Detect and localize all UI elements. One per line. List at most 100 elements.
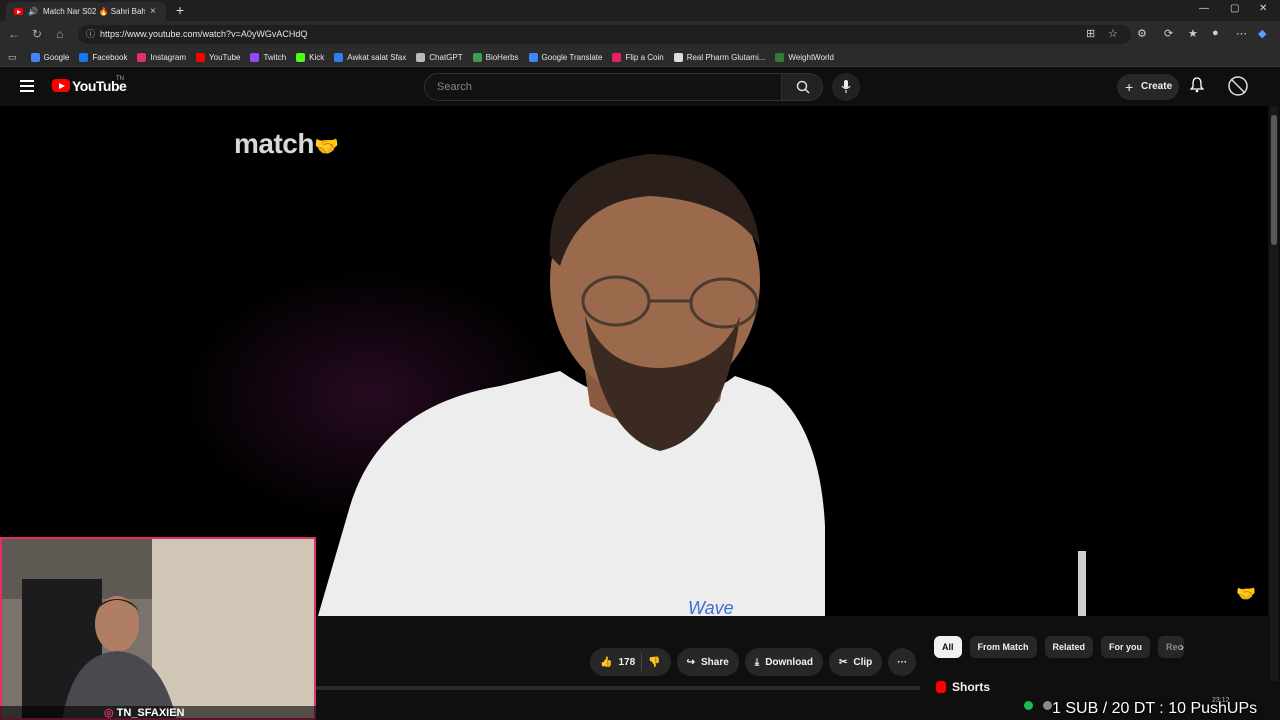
bookmark-instagram[interactable]: Instagram [137,52,186,62]
bookmark-favicon-icon [472,52,482,62]
bookmark-weightworld[interactable]: WeightWorld [775,52,834,62]
browser-address-bar: ← ↻ ⌂ ⓘ https://www.youtube.com/watch?v=… [0,21,1280,48]
voice-search-button[interactable] [832,73,860,101]
instagram-icon: ◎ [104,707,117,719]
bookmark-chatgpt[interactable]: ChatGPT [416,52,463,62]
more-actions-button[interactable]: ··· [888,648,917,676]
reload-icon[interactable]: ↻ [32,27,42,41]
share-button[interactable]: ↪ Share [676,648,739,676]
tray-icon[interactable] [1043,701,1052,710]
copilot-icon[interactable]: ◆ [1258,27,1266,40]
bookmark-twitch[interactable]: Twitch [250,52,287,62]
bookmark-facebook[interactable]: Facebook [79,52,127,62]
youtube-favicon-icon [14,8,23,15]
share-label: Share [700,656,729,668]
bookmark-favicon-icon [528,52,538,62]
bookmark-label: Twitch [263,52,287,62]
video-progress-bar[interactable] [316,686,920,690]
chip-related[interactable]: Related [1044,636,1094,658]
url-text: https://www.youtube.com/watch?v=A0yWGvAC… [100,29,308,39]
close-window-button[interactable]: ✕ [1259,3,1267,14]
speaker-icon[interactable]: 🔊 [28,7,38,16]
stream-goal-overlay: 1 SUB / 20 DT : 10 PushUPs [1052,700,1258,717]
new-tab-button[interactable]: + [172,2,188,18]
like-count: 178 [618,656,636,668]
menu-hamburger-icon[interactable] [20,80,34,95]
back-icon[interactable]: ← [8,27,20,41]
youtube-logo-icon[interactable] [52,79,70,92]
minimize-button[interactable]: — [1199,3,1209,14]
tab-close-icon[interactable]: × [150,6,156,17]
bookmark-awkat-salat-sfax[interactable]: Awkat salat Sfax [334,52,406,62]
streamer-webcam-overlay [0,537,316,720]
chip-from-match[interactable]: From Match [969,636,1037,658]
dislike-button[interactable]: 👎 [648,657,660,668]
browser-tab-bar: 🔊 Match Nar S02 🔥 Sahri Bahr... × + — ▢ … [0,0,1280,21]
bookmarks-bar: ▭ Google Facebook Instagram YouTube Twitch Ki… [0,48,1280,67]
bookmark-favicon-icon [416,52,426,62]
settings-more-icon[interactable]: ⋯ [1236,27,1247,40]
bookmark-label: Kick [309,52,325,62]
bookmark-label: Real Pharm Glutami... [686,52,766,62]
bookmark-flip-a-coin[interactable]: Flip a Coin [612,52,664,62]
bookmark-favicon-icon [137,52,147,62]
home-icon[interactable]: ⌂ [56,27,63,41]
clip-button[interactable]: ✂ Clip [828,648,883,676]
search-button[interactable] [781,73,823,101]
microphone-icon [841,80,851,93]
profile-icon[interactable]: ● [1212,27,1219,39]
bookmark-bioherbs[interactable]: BioHerbs [472,52,519,62]
bookmark-real-pharm-glutami[interactable]: Real Pharm Glutami... [673,52,766,62]
webcam-instagram-tag: ◎ TN_SFAXIEN [0,706,316,720]
recommendation-chips: All From Match Related For you Rec [934,636,1185,658]
bookmark-youtube[interactable]: YouTube [196,52,241,62]
bookmark-google-translate[interactable]: Google Translate [528,52,602,62]
bookmark-label: BioHerbs [485,52,519,62]
spotify-icon[interactable] [1024,701,1033,710]
plus-icon: + [1125,79,1134,95]
site-info-icon[interactable]: ⓘ [86,25,95,44]
bookmark-favicon-icon [673,52,683,62]
clip-label: Clip [853,656,873,668]
webcam-handle: TN_SFAXIEN [116,707,185,719]
url-field[interactable]: ⓘ https://www.youtube.com/watch?v=A0yWGv… [78,25,1131,44]
bookmark-google[interactable]: Google [30,52,70,62]
chip-for-you[interactable]: For you [1101,636,1151,658]
search-input[interactable]: Search [424,73,782,101]
bookmark-favicon-icon [775,52,785,62]
bookmark-label: WeightWorld [788,52,834,62]
share-icon: ↪ [686,656,695,668]
favorite-star-icon[interactable]: ☆ [1108,27,1118,40]
reader-view-icon[interactable]: ⊞ [1086,27,1095,40]
channel-badge-icon: 🤝 [1236,586,1256,603]
notifications-bell-icon[interactable] [1190,77,1204,93]
like-button[interactable]: 👍 178 [600,657,635,668]
bookmark-label: YouTube [209,52,241,62]
sync-icon[interactable]: ⟳ [1164,27,1173,40]
bookmark-kick[interactable]: Kick [296,52,325,62]
like-separator [641,653,643,671]
search-icon [796,80,810,94]
tab-title: Match Nar S02 🔥 Sahri Bahr... [42,7,145,16]
bookmarks-toggle-icon[interactable]: ▭ [8,52,17,63]
chip-all[interactable]: All [934,636,962,658]
bookmark-favicon-icon [79,52,89,62]
bookmark-favicon-icon [612,52,622,62]
bookmark-favicon-icon [250,52,260,62]
restore-button[interactable]: ▢ [1230,3,1239,14]
bookmark-favicon-icon [334,52,344,62]
browser-tab-active[interactable]: 🔊 Match Nar S02 🔥 Sahri Bahr... × [6,2,166,21]
shorts-section-header: Shorts [936,680,990,694]
account-avatar-icon[interactable] [1228,76,1248,96]
chevron-right-icon[interactable]: › [1180,640,1184,654]
bookmark-label: Google [43,52,70,62]
download-button[interactable]: ⤓ Download [744,648,823,676]
bookmark-favicon-icon [296,52,306,62]
favorites-icon[interactable]: ★ [1188,27,1198,40]
download-icon: ⤓ [754,656,760,668]
shorts-label: Shorts [952,680,991,694]
shorts-icon [936,681,946,693]
extensions-icon[interactable]: ⚙ [1137,27,1147,40]
create-button[interactable]: + Create [1117,74,1179,100]
page-scrollbar-thumb[interactable] [1271,115,1277,245]
